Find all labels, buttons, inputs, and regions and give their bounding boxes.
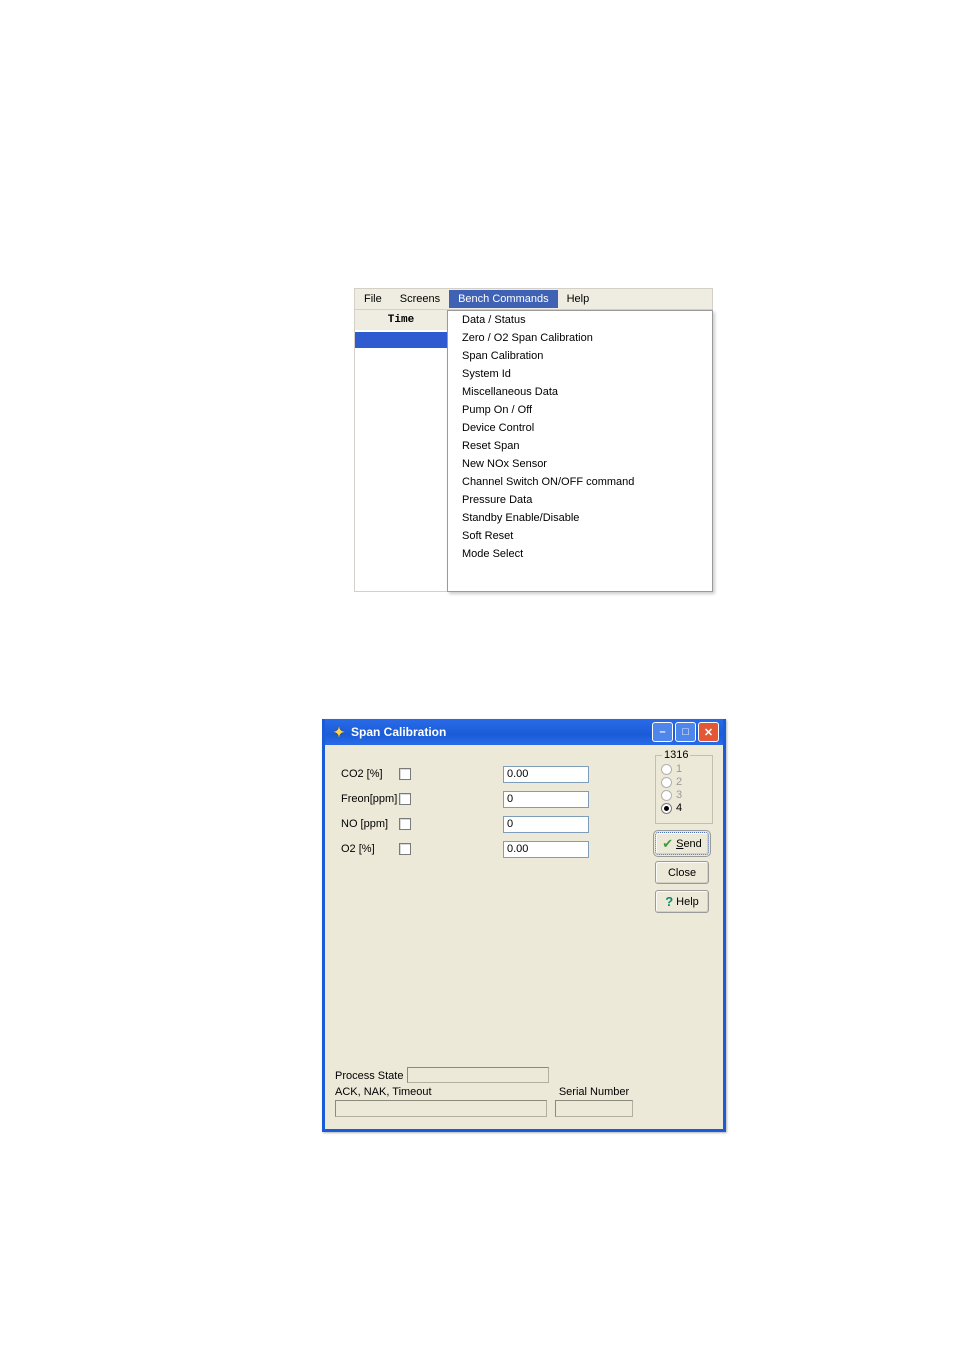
label-co2: CO2 [%]: [341, 768, 397, 780]
dd-pressure-data[interactable]: Pressure Data: [448, 491, 712, 509]
dd-new-nox[interactable]: New NOx Sensor: [448, 455, 712, 473]
menu-bench-commands[interactable]: Bench Commands: [449, 290, 558, 308]
input-no[interactable]: [503, 816, 589, 833]
check-freon[interactable]: [399, 793, 411, 805]
question-icon: ?: [665, 894, 673, 909]
ack-label: ACK, NAK, Timeout: [335, 1086, 547, 1098]
close-button[interactable]: ✕: [698, 722, 719, 742]
check-co2[interactable]: [399, 768, 411, 780]
dd-mode-select[interactable]: Mode Select: [448, 545, 712, 563]
serial-wrap: Serial Number: [555, 1086, 633, 1117]
ack-box: [335, 1100, 547, 1117]
row-o2: O2 [%]: [341, 840, 651, 858]
input-co2[interactable]: [503, 766, 589, 783]
dd-zero-o2-span[interactable]: Zero / O2 Span Calibration: [448, 329, 712, 347]
close-dialog-button[interactable]: Close: [655, 861, 709, 884]
menubar: File Screens Bench Commands Help: [354, 288, 713, 310]
span-calibration-dialog: ✦ Span Calibration – □ ✕ CO2 [%] Freon[p…: [322, 719, 726, 1132]
dd-reset-span[interactable]: Reset Span: [448, 437, 712, 455]
dialog-body: CO2 [%] Freon[ppm] NO [ppm] O2 [%]: [325, 745, 723, 1129]
label-no: NO [ppm]: [341, 818, 397, 830]
app-icon: ✦: [331, 724, 347, 740]
form-area: CO2 [%] Freon[ppm] NO [ppm] O2 [%]: [341, 765, 651, 865]
dd-span-calibration[interactable]: Span Calibration: [448, 347, 712, 365]
group-1316: 1316 1 2 3 4: [655, 755, 713, 824]
dd-data-status[interactable]: Data / Status: [448, 311, 712, 329]
radio-1: 1: [661, 763, 707, 775]
dd-pump[interactable]: Pump On / Off: [448, 401, 712, 419]
process-state-label: Process State: [335, 1070, 403, 1082]
row-co2: CO2 [%]: [341, 765, 651, 783]
bottom-area: Process State ACK, NAK, Timeout Serial N…: [335, 1067, 651, 1117]
menu-file[interactable]: File: [355, 290, 391, 308]
label-freon: Freon[ppm]: [341, 793, 397, 805]
time-header: Time: [355, 310, 447, 330]
row-no: NO [ppm]: [341, 815, 651, 833]
help-button[interactable]: ? Help: [655, 890, 709, 913]
bench-commands-dropdown: Data / Status Zero / O2 Span Calibration…: [447, 310, 713, 592]
input-freon[interactable]: [503, 791, 589, 808]
dd-soft-reset[interactable]: Soft Reset: [448, 527, 712, 545]
process-state-box: [407, 1067, 549, 1083]
dd-channel-switch[interactable]: Channel Switch ON/OFF command: [448, 473, 712, 491]
input-o2[interactable]: [503, 841, 589, 858]
help-label: Help: [676, 896, 699, 908]
check-o2[interactable]: [399, 843, 411, 855]
time-column: Time: [354, 310, 447, 592]
close-label: Close: [668, 867, 696, 879]
radio-3: 3: [661, 789, 707, 801]
ack-row: ACK, NAK, Timeout Serial Number: [335, 1086, 651, 1117]
send-button[interactable]: ✔ Send: [655, 832, 709, 855]
group-legend: 1316: [662, 749, 690, 761]
row-freon: Freon[ppm]: [341, 790, 651, 808]
dd-standby[interactable]: Standby Enable/Disable: [448, 509, 712, 527]
menu-screens[interactable]: Screens: [391, 290, 449, 308]
dd-device-control[interactable]: Device Control: [448, 419, 712, 437]
send-label: Send: [676, 838, 702, 850]
menu-help[interactable]: Help: [558, 290, 599, 308]
process-state-row: Process State: [335, 1067, 651, 1083]
label-o2: O2 [%]: [341, 843, 397, 855]
menu-area: File Screens Bench Commands Help Time Da…: [354, 288, 713, 592]
menu-below: Time Data / Status Zero / O2 Span Calibr…: [354, 310, 713, 592]
serial-box: [555, 1100, 633, 1117]
serial-label: Serial Number: [559, 1086, 629, 1098]
maximize-button[interactable]: □: [675, 722, 696, 742]
dd-misc-data[interactable]: Miscellaneous Data: [448, 383, 712, 401]
radio-2: 2: [661, 776, 707, 788]
dd-system-id[interactable]: System Id: [448, 365, 712, 383]
titlebar[interactable]: ✦ Span Calibration – □ ✕: [325, 719, 723, 745]
check-icon: ✔: [662, 836, 673, 852]
time-selected-row[interactable]: [355, 332, 447, 348]
minimize-button[interactable]: –: [652, 722, 673, 742]
right-panel: 1316 1 2 3 4 ✔ Send Close: [655, 755, 713, 919]
check-no[interactable]: [399, 818, 411, 830]
dialog-title: Span Calibration: [351, 725, 446, 739]
radio-4[interactable]: 4: [661, 802, 707, 814]
